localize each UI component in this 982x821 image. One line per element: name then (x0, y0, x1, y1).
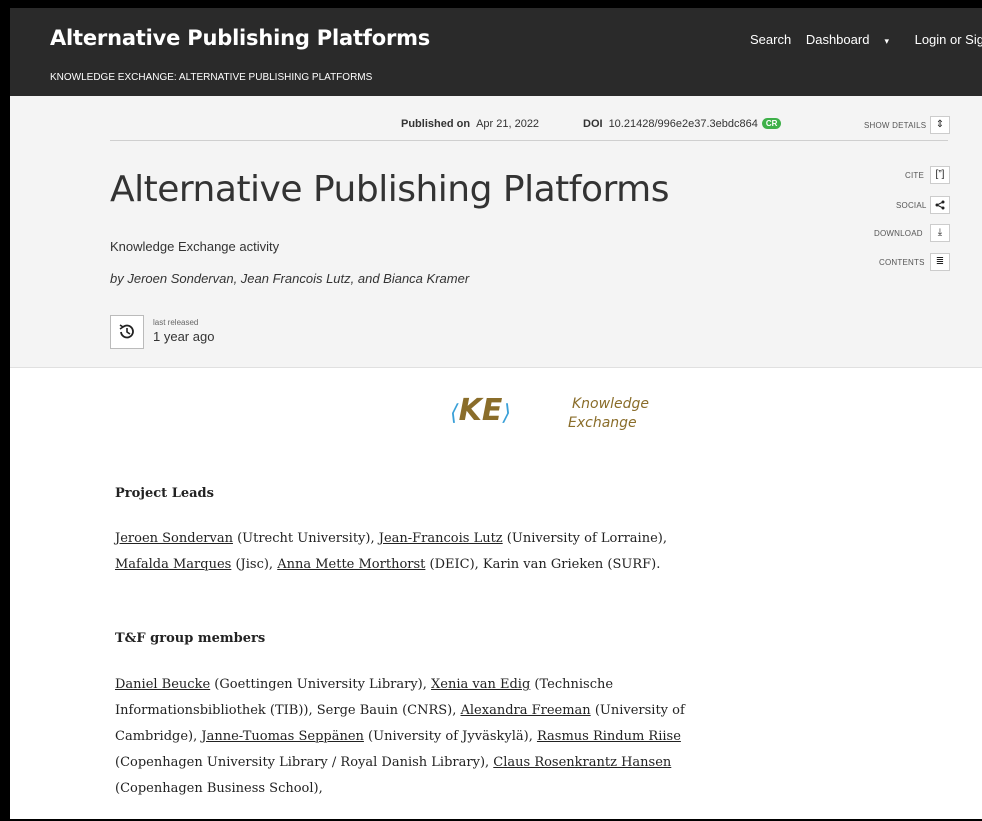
published-date: Apr 21, 2022 (476, 118, 540, 130)
released-label: last released (153, 318, 199, 327)
project-leads-heading: Project Leads (115, 486, 214, 501)
nav-search-link[interactable]: Search (750, 32, 791, 47)
contents-button[interactable]: ≣ (930, 253, 950, 271)
show-details-label: SHOW DETAILS (864, 121, 927, 130)
site-header: Alternative Publishing Platforms KNOWLED… (10, 8, 982, 96)
pub-header: Published on Apr 21, 2022 DOI 10.21428/996… (10, 96, 982, 368)
person-link[interactable]: Mafalda Marques (115, 557, 231, 572)
affiliation-text: (Jisc), (231, 557, 278, 572)
person-link[interactable]: Anna Mette Morthorst (277, 557, 425, 572)
download-button[interactable]: ⤓ (930, 224, 950, 242)
contents-label: CONTENTS (879, 258, 925, 267)
pub-byline: by Jeroen Sondervan, Jean Francois Lutz,… (110, 271, 470, 286)
person-link[interactable]: Daniel Beucke (115, 677, 210, 692)
affiliation-text: (University of Lorraine), (502, 531, 667, 546)
pub-title: Alternative Publishing Platforms (110, 169, 669, 210)
published-label: Published on (401, 118, 471, 130)
person-link[interactable]: Alexandra Freeman (461, 703, 591, 718)
logo-bracket-left: ⟨ (450, 401, 459, 426)
published-on: Published on Apr 21, 2022 (401, 118, 539, 130)
tf-members-paragraph: Daniel Beucke (Goettingen University Lib… (115, 672, 685, 802)
site-title-link[interactable]: Alternative Publishing Platforms (50, 26, 430, 50)
affiliation-text: (Utrecht University), (232, 531, 379, 546)
person-link[interactable]: Jean-Francois Lutz (379, 531, 503, 546)
social-button[interactable] (930, 196, 950, 214)
person-link[interactable]: Jeroen Sondervan (115, 531, 233, 546)
nav-login-link[interactable]: Login or Signup (915, 32, 982, 47)
affiliation-text: (Copenhagen University Library / Royal D… (115, 755, 494, 770)
release-history-button[interactable] (110, 315, 144, 349)
top-nav: Search Dashboard ▾ Login or Signup (750, 32, 982, 47)
affiliation-text: (Copenhagen Business School), (115, 781, 323, 796)
affiliation-text: (DEIC), Karin van Grieken (SURF). (425, 557, 661, 572)
affiliation-text: (Goettingen University Library), (210, 677, 432, 692)
cite-label: CITE (905, 171, 925, 180)
expand-icon: ⇕ (935, 119, 945, 130)
cite-icon: [”] (935, 169, 945, 180)
browser-viewport: Alternative Publishing Platforms KNOWLED… (10, 8, 982, 819)
contents-icon: ≣ (935, 256, 945, 267)
tf-members-heading: T&F group members (115, 631, 266, 646)
logo-wordmark: Knowledge Exchange (568, 396, 649, 431)
community-breadcrumb[interactable]: KNOWLEDGE EXCHANGE: ALTERNATIVE PUBLISHI… (50, 72, 372, 83)
meta-divider (110, 140, 948, 141)
released-value: 1 year ago (153, 329, 215, 344)
download-label: DOWNLOAD (874, 229, 923, 238)
affiliation-text: (University of Jyväskylä), (363, 729, 537, 744)
person-link[interactable]: Janne-Tuomas Seppänen (201, 729, 364, 744)
history-icon (119, 324, 134, 339)
crossref-badge: CR (761, 118, 782, 129)
project-leads-paragraph: Jeroen Sondervan (Utrecht University), J… (115, 526, 685, 578)
cite-button[interactable]: [”] (930, 166, 950, 184)
doi: DOI 10.21428/996e2e37.3ebdc864 CR (583, 118, 782, 130)
person-link[interactable]: Xenia van Edig (431, 677, 530, 692)
nav-dashboard-label: Dashboard (805, 32, 870, 47)
ke-mark: ⟨KE⟩ (450, 393, 511, 428)
doi-label: DOI (583, 118, 603, 130)
person-link[interactable]: Claus Rosenkrantz Hansen (493, 755, 671, 770)
doi-value[interactable]: 10.21428/996e2e37.3ebdc864 (609, 118, 758, 130)
pub-subtitle: Knowledge Exchange activity (110, 239, 280, 254)
download-icon: ⤓ (937, 227, 943, 238)
person-link[interactable]: Rasmus Rindum Riise (537, 729, 681, 744)
show-details-button[interactable]: ⇕ (930, 116, 950, 134)
social-label: SOCIAL (896, 201, 927, 210)
share-icon (935, 200, 945, 210)
nav-dashboard-menu[interactable]: Dashboard ▾ (806, 32, 900, 47)
chevron-down-icon: ▾ (884, 36, 889, 46)
logo-bracket-right: ⟩ (502, 401, 511, 426)
